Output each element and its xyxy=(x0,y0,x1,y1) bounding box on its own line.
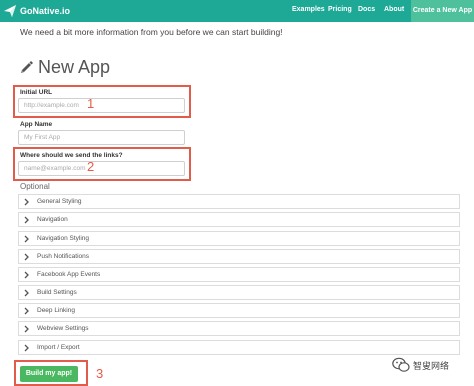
chevron-right-icon xyxy=(24,271,29,278)
section-deep-linking[interactable]: Deep Linking xyxy=(18,303,460,318)
app-name-input[interactable] xyxy=(18,130,185,145)
chevron-right-icon xyxy=(24,235,29,242)
annotation-number-3: 3 xyxy=(96,366,104,381)
section-label: Facebook App Events xyxy=(37,271,101,278)
email-input[interactable] xyxy=(18,161,185,176)
section-import-export[interactable]: Import / Export xyxy=(18,340,460,355)
section-facebook-app-events[interactable]: Facebook App Events xyxy=(18,267,460,282)
section-general-styling[interactable]: General Styling xyxy=(18,194,460,209)
section-navigation[interactable]: Navigation xyxy=(18,212,460,227)
nav-link-pricing[interactable]: Pricing xyxy=(328,6,352,13)
section-label: Push Notifications xyxy=(37,253,90,260)
section-label: Deep Linking xyxy=(37,307,75,314)
chevron-right-icon xyxy=(24,289,29,296)
chevron-right-icon xyxy=(24,198,29,205)
watermark: 智叟网络 xyxy=(392,357,449,373)
initial-url-input[interactable] xyxy=(18,98,185,113)
chevron-right-icon xyxy=(24,307,29,314)
build-my-app-button[interactable]: Build my app! xyxy=(20,366,78,382)
chevron-right-icon xyxy=(24,344,29,351)
gonative-logo-icon xyxy=(4,5,16,17)
app-name-label: App Name xyxy=(20,121,53,128)
top-navbar: GoNative.io Examples Pricing Docs About … xyxy=(0,0,474,22)
section-label: Navigation xyxy=(37,216,68,223)
watermark-text: 智叟网络 xyxy=(413,360,450,371)
section-label: Import / Export xyxy=(37,344,80,351)
section-push-notifications[interactable]: Push Notifications xyxy=(18,249,460,264)
section-label: Navigation Styling xyxy=(37,235,90,242)
section-navigation-styling[interactable]: Navigation Styling xyxy=(18,231,460,246)
pencil-icon xyxy=(21,60,33,73)
brand[interactable]: GoNative.io xyxy=(3,3,70,19)
section-build-settings[interactable]: Build Settings xyxy=(18,285,460,300)
chevron-right-icon xyxy=(24,216,29,223)
chevron-right-icon xyxy=(24,325,29,332)
create-new-app-button[interactable]: Create a New App xyxy=(411,0,474,22)
initial-url-label: Initial URL xyxy=(20,89,53,96)
section-webview-settings[interactable]: Webview Settings xyxy=(18,321,460,336)
nav-link-examples[interactable]: Examples xyxy=(292,6,325,13)
email-label: Where should we send the links? xyxy=(20,152,123,159)
chevron-right-icon xyxy=(24,253,29,260)
wechat-icon xyxy=(392,357,410,372)
nav-link-docs[interactable]: Docs xyxy=(358,6,375,13)
section-label: General Styling xyxy=(37,198,82,205)
optional-heading: Optional xyxy=(20,182,50,191)
nav-link-about[interactable]: About xyxy=(384,6,404,13)
annotation-number-2: 2 xyxy=(87,159,95,174)
section-label: Build Settings xyxy=(37,289,77,296)
section-label: Webview Settings xyxy=(37,325,89,332)
brand-name: GoNative.io xyxy=(20,6,71,16)
page-title: New App xyxy=(38,56,111,77)
intro-text: We need a bit more information from you … xyxy=(20,27,283,37)
annotation-number-1: 1 xyxy=(87,96,95,111)
page-heading: New App xyxy=(20,56,110,78)
